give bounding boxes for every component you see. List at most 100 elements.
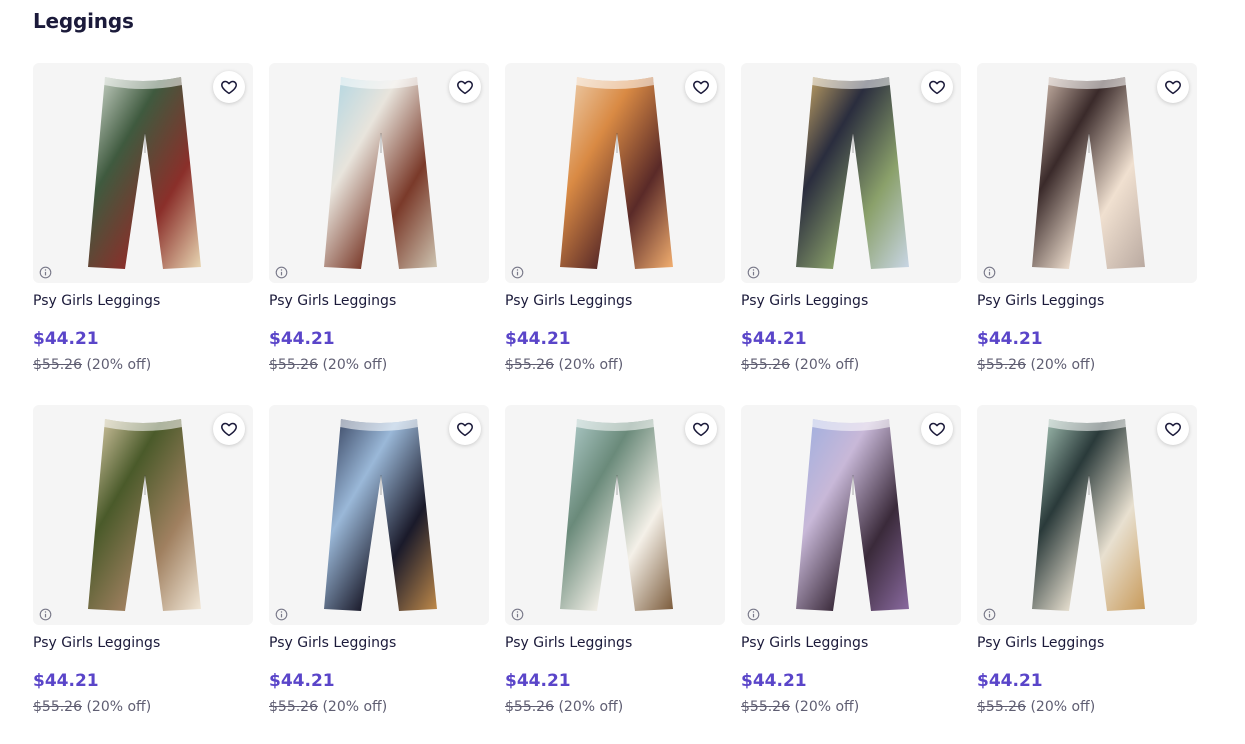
product-title[interactable]: Psy Girls Leggings bbox=[33, 635, 160, 651]
favorite-button[interactable] bbox=[449, 413, 481, 445]
original-price-line: $55.26 (20% off) bbox=[977, 357, 1095, 373]
product-price: $44.21 bbox=[269, 671, 335, 691]
product-price: $44.21 bbox=[33, 671, 99, 691]
favorite-button[interactable] bbox=[685, 413, 717, 445]
leggings-shape bbox=[796, 77, 909, 269]
product-card[interactable]: Psy Girls Leggings $44.21 $55.26 (20% off) bbox=[741, 63, 961, 394]
favorite-button[interactable] bbox=[213, 71, 245, 103]
heart-icon bbox=[692, 420, 710, 438]
discount-label: (20% off) bbox=[86, 699, 152, 715]
info-icon[interactable] bbox=[275, 608, 288, 621]
original-price-line: $55.26 (20% off) bbox=[505, 357, 623, 373]
product-price: $44.21 bbox=[741, 671, 807, 691]
product-title[interactable]: Psy Girls Leggings bbox=[741, 635, 868, 651]
product-thumbnail[interactable] bbox=[977, 63, 1197, 283]
product-price: $44.21 bbox=[33, 329, 99, 349]
product-card[interactable]: Psy Girls Leggings $44.21 $55.26 (20% off) bbox=[269, 405, 489, 736]
product-card[interactable]: Psy Girls Leggings $44.21 $55.26 (20% off) bbox=[505, 63, 725, 394]
product-thumbnail[interactable] bbox=[741, 405, 961, 625]
discount-label: (20% off) bbox=[86, 357, 152, 373]
product-title[interactable]: Psy Girls Leggings bbox=[505, 635, 632, 651]
info-icon[interactable] bbox=[747, 608, 760, 621]
info-icon[interactable] bbox=[983, 266, 996, 279]
leggings-shape bbox=[324, 77, 437, 269]
info-icon[interactable] bbox=[747, 266, 760, 279]
product-price: $44.21 bbox=[741, 329, 807, 349]
favorite-button[interactable] bbox=[449, 71, 481, 103]
product-thumbnail[interactable] bbox=[741, 63, 961, 283]
leggings-shape bbox=[88, 77, 201, 269]
original-price-line: $55.26 (20% off) bbox=[741, 357, 859, 373]
product-price: $44.21 bbox=[269, 329, 335, 349]
product-grid: Psy Girls Leggings $44.21 $55.26 (20% off)… bbox=[33, 63, 1197, 736]
product-card[interactable]: Psy Girls Leggings $44.21 $55.26 (20% off) bbox=[977, 63, 1197, 394]
page-title: Leggings bbox=[33, 9, 134, 33]
original-price-line: $55.26 (20% off) bbox=[977, 699, 1095, 715]
product-title[interactable]: Psy Girls Leggings bbox=[269, 293, 396, 309]
product-title[interactable]: Psy Girls Leggings bbox=[269, 635, 396, 651]
discount-label: (20% off) bbox=[794, 357, 860, 373]
original-price: $55.26 bbox=[33, 357, 82, 373]
heart-icon bbox=[220, 420, 238, 438]
product-card[interactable]: Psy Girls Leggings $44.21 $55.26 (20% off) bbox=[269, 63, 489, 394]
original-price: $55.26 bbox=[505, 699, 554, 715]
favorite-button[interactable] bbox=[921, 71, 953, 103]
product-thumbnail[interactable] bbox=[505, 405, 725, 625]
info-icon[interactable] bbox=[511, 266, 524, 279]
product-title[interactable]: Psy Girls Leggings bbox=[33, 293, 160, 309]
product-price: $44.21 bbox=[505, 671, 571, 691]
product-thumbnail[interactable] bbox=[269, 405, 489, 625]
info-icon[interactable] bbox=[275, 266, 288, 279]
leggings-shape bbox=[1032, 77, 1145, 269]
info-icon[interactable] bbox=[39, 266, 52, 279]
discount-label: (20% off) bbox=[322, 699, 388, 715]
leggings-shape bbox=[560, 77, 673, 269]
favorite-button[interactable] bbox=[213, 413, 245, 445]
heart-icon bbox=[928, 420, 946, 438]
heart-icon bbox=[220, 78, 238, 96]
heart-icon bbox=[928, 78, 946, 96]
original-price-line: $55.26 (20% off) bbox=[505, 699, 623, 715]
product-thumbnail[interactable] bbox=[33, 405, 253, 625]
product-thumbnail[interactable] bbox=[269, 63, 489, 283]
product-thumbnail[interactable] bbox=[505, 63, 725, 283]
product-price: $44.21 bbox=[977, 329, 1043, 349]
favorite-button[interactable] bbox=[685, 71, 717, 103]
favorite-button[interactable] bbox=[1157, 413, 1189, 445]
product-title[interactable]: Psy Girls Leggings bbox=[977, 293, 1104, 309]
favorite-button[interactable] bbox=[921, 413, 953, 445]
original-price: $55.26 bbox=[977, 357, 1026, 373]
original-price: $55.26 bbox=[977, 699, 1026, 715]
product-title[interactable]: Psy Girls Leggings bbox=[977, 635, 1104, 651]
heart-icon bbox=[456, 78, 474, 96]
discount-label: (20% off) bbox=[558, 699, 624, 715]
product-card[interactable]: Psy Girls Leggings $44.21 $55.26 (20% off) bbox=[741, 405, 961, 736]
discount-label: (20% off) bbox=[1030, 357, 1096, 373]
product-card[interactable]: Psy Girls Leggings $44.21 $55.26 (20% off) bbox=[505, 405, 725, 736]
heart-icon bbox=[456, 420, 474, 438]
heart-icon bbox=[1164, 78, 1182, 96]
original-price-line: $55.26 (20% off) bbox=[33, 699, 151, 715]
leggings-shape bbox=[1032, 419, 1145, 611]
info-icon[interactable] bbox=[983, 608, 996, 621]
product-card[interactable]: Psy Girls Leggings $44.21 $55.26 (20% off) bbox=[977, 405, 1197, 736]
info-icon[interactable] bbox=[39, 608, 52, 621]
original-price: $55.26 bbox=[741, 699, 790, 715]
product-card[interactable]: Psy Girls Leggings $44.21 $55.26 (20% off) bbox=[33, 63, 253, 394]
original-price-line: $55.26 (20% off) bbox=[269, 699, 387, 715]
original-price-line: $55.26 (20% off) bbox=[741, 699, 859, 715]
original-price-line: $55.26 (20% off) bbox=[269, 357, 387, 373]
product-title[interactable]: Psy Girls Leggings bbox=[505, 293, 632, 309]
info-icon[interactable] bbox=[511, 608, 524, 621]
product-card[interactable]: Psy Girls Leggings $44.21 $55.26 (20% off) bbox=[33, 405, 253, 736]
original-price: $55.26 bbox=[269, 357, 318, 373]
product-price: $44.21 bbox=[505, 329, 571, 349]
product-thumbnail[interactable] bbox=[33, 63, 253, 283]
product-thumbnail[interactable] bbox=[977, 405, 1197, 625]
product-title[interactable]: Psy Girls Leggings bbox=[741, 293, 868, 309]
original-price: $55.26 bbox=[33, 699, 82, 715]
favorite-button[interactable] bbox=[1157, 71, 1189, 103]
leggings-shape bbox=[88, 419, 201, 611]
leggings-shape bbox=[796, 419, 909, 611]
original-price: $55.26 bbox=[741, 357, 790, 373]
